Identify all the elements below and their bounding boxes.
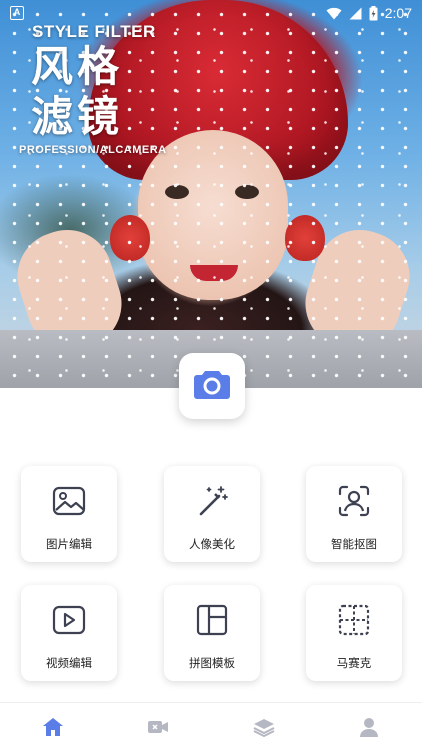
hero-title-block: STYLE FILTER 风格 滤镜 PROFESSION/ALCAMERA [19,22,167,156]
hero-title-line2: 滤镜 [31,92,124,141]
tool-collage-template[interactable]: 拼图模板 [164,585,260,681]
video-play-icon [52,603,86,637]
layers-icon [253,717,275,741]
tool-video-edit[interactable]: 视频编辑 [21,585,117,681]
tool-portrait-beautify[interactable]: 人像美化 [164,466,260,562]
hero-banner: STYLE FILTER 风格 滤镜 PROFESSION/ALCAMERA [0,0,422,388]
strawberry-right [285,215,325,261]
tool-image-edit[interactable]: 图片编辑 [21,466,117,562]
mosaic-icon [337,603,371,637]
hero-title-line1: 风格 [31,42,124,91]
notification-icon: A [10,6,24,20]
home-icon [42,717,64,741]
tool-smart-cutout[interactable]: 智能抠图 [306,466,402,562]
eye-right [235,185,259,199]
tool-label: 图片编辑 [46,537,92,551]
nav-profile[interactable] [317,703,422,754]
tool-mosaic[interactable]: 马赛克 [306,585,402,681]
camera-button[interactable] [179,353,245,419]
strawberry-left [110,215,150,261]
bottom-nav [0,702,422,754]
hero-subtitle: PROFESSION/ALCAMERA [19,144,167,156]
tool-label: 马赛克 [336,656,372,670]
tool-label: 拼图模板 [189,656,235,670]
signal-icon [349,7,362,20]
wifi-icon [326,7,342,20]
eye-left [165,185,189,199]
person-icon [359,717,379,741]
nav-video[interactable] [106,703,212,754]
portrait-cutout-icon [337,484,371,518]
magic-wand-icon [195,484,229,518]
nav-home[interactable] [0,703,106,754]
status-bar: A 2:07 [0,0,422,26]
tool-label: 人像美化 [189,537,235,551]
tool-label: 视频编辑 [46,656,92,670]
battery-icon [369,5,378,21]
camera-icon [193,368,231,404]
video-camera-icon [147,719,169,739]
clock: 2:07 [384,5,412,21]
tool-label: 智能抠图 [331,537,377,551]
image-edit-icon [52,484,86,518]
collage-layout-icon [195,603,229,637]
nav-layers[interactable] [211,703,317,754]
